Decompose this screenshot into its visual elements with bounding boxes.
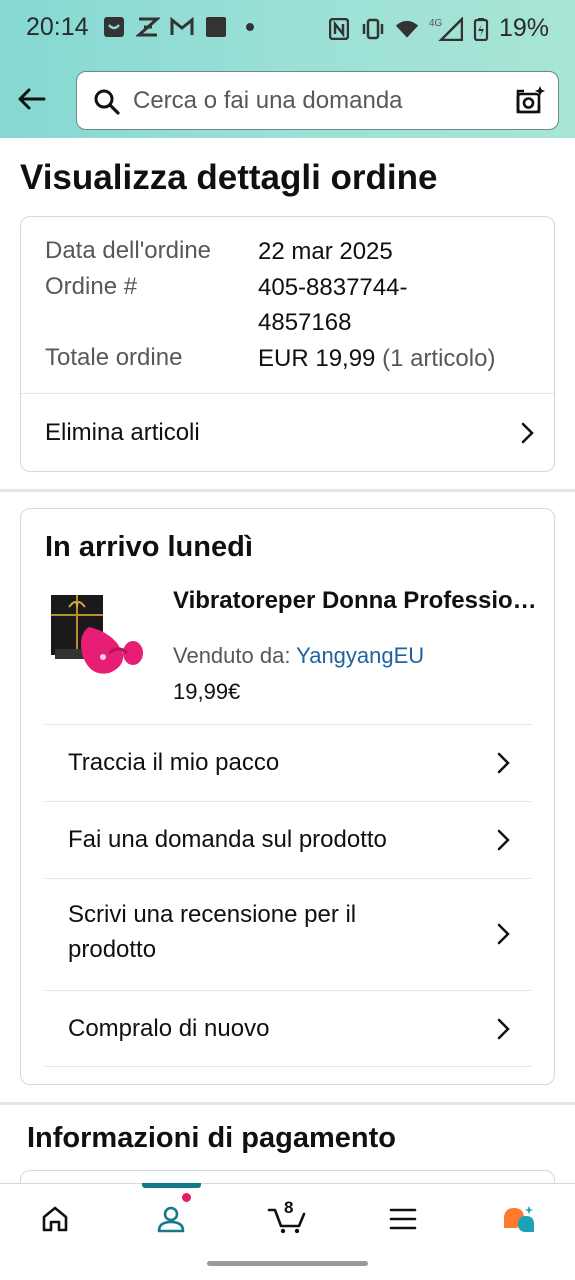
write-review-label-line1: Scrivi una recensione per il — [68, 901, 357, 928]
chevron-right-icon — [497, 923, 510, 945]
battery-percentage: 19% — [498, 14, 549, 42]
active-tab-indicator — [142, 1183, 201, 1188]
cart-count-badge: 8 — [284, 1198, 294, 1217]
signal-icon: 4G — [429, 16, 463, 41]
order-number-value-line2: 4857168 — [258, 309, 352, 336]
ask-question-row[interactable]: Fai una domanda sul prodotto — [45, 801, 532, 878]
chevron-right-icon — [497, 829, 510, 851]
chevron-right-icon — [497, 752, 510, 774]
write-review-label-line2: prodotto — [68, 936, 157, 963]
status-notification-icons — [102, 16, 262, 38]
battery-icon — [473, 17, 489, 41]
square-icon — [204, 16, 228, 38]
page-title: Visualizza dettagli ordine — [20, 158, 438, 197]
network-type-text: 4G — [429, 18, 443, 29]
seller-link[interactable]: YangyangEU — [296, 643, 424, 668]
ask-question-label: Fai una domanda sul prodotto — [68, 826, 387, 853]
order-summary-card: Data dell'ordine 22 mar 2025 Ordine # 40… — [20, 216, 555, 472]
rufus-assistant-icon — [504, 1206, 534, 1232]
order-number-value-line1: 405-8837744- — [258, 274, 408, 301]
product-price: 19,99€ — [173, 679, 241, 704]
chevron-right-icon — [521, 422, 534, 444]
delete-items-label: Elimina articoli — [45, 419, 200, 446]
seller-line: Venduto da: YangyangEU — [173, 643, 424, 669]
back-arrow-icon — [18, 88, 46, 110]
section-separator — [0, 1102, 575, 1105]
nfc-icon — [327, 17, 351, 40]
buy-again-label: Compralo di nuovo — [68, 1015, 270, 1042]
nav-account[interactable] — [141, 1194, 201, 1244]
search-icon — [94, 89, 120, 115]
nav-menu[interactable] — [373, 1194, 433, 1244]
arrival-title: In arrivo lunedì — [45, 531, 253, 563]
nav-home[interactable] — [25, 1194, 85, 1244]
back-button[interactable] — [12, 80, 50, 118]
product-name[interactable]: Vibratoreper Donna Professionale — [173, 587, 538, 615]
order-number-label: Ordine # — [45, 273, 138, 300]
track-package-label: Traccia il mio pacco — [68, 749, 280, 776]
vibrate-icon — [361, 18, 385, 40]
gmail-icon — [170, 16, 194, 38]
payment-section-title: Informazioni di pagamento — [27, 1122, 396, 1154]
write-review-row[interactable]: Scrivi una recensione per il prodotto — [45, 878, 532, 990]
menu-icon — [389, 1208, 417, 1230]
product-image[interactable] — [47, 587, 147, 687]
order-date-label: Data dell'ordine — [45, 237, 212, 264]
delete-items-row[interactable]: Elimina articoli — [21, 394, 554, 472]
search-input[interactable] — [133, 82, 503, 120]
wifi-icon — [395, 18, 419, 40]
order-total-value: EUR 19,99 (1 articolo) — [258, 341, 495, 376]
chevron-right-icon — [497, 1018, 510, 1040]
app-header: 20:14 4G 19% Cerca o fai una domanda — [0, 0, 575, 138]
home-icon — [42, 1206, 68, 1232]
notification-dot — [181, 1192, 192, 1203]
status-bar: 20:14 4G 19% — [0, 0, 575, 58]
account-icon — [157, 1206, 185, 1233]
order-total-amount: EUR 19,99 — [258, 345, 376, 372]
gesture-home-bar[interactable] — [207, 1261, 368, 1266]
search-bar[interactable] — [76, 71, 559, 130]
order-date-value: 22 mar 2025 — [258, 238, 393, 265]
x-app-icon — [136, 16, 160, 38]
seller-label: Venduto da: — [173, 643, 291, 668]
order-total-label: Totale ordine — [45, 344, 183, 371]
order-item-count: (1 articolo) — [382, 345, 496, 372]
buy-again-row[interactable]: Compralo di nuovo — [45, 990, 532, 1067]
shipment-card: In arrivo lunedì Vibratoreper Donna Prof… — [20, 508, 555, 1085]
section-separator — [0, 489, 575, 492]
status-system-icons: 4G 19% — [327, 14, 549, 43]
track-package-row[interactable]: Traccia il mio pacco — [45, 724, 532, 801]
status-time: 20:14 — [26, 13, 89, 41]
nav-rufus[interactable] — [489, 1194, 549, 1244]
dot-icon — [238, 16, 262, 38]
smile-box-icon — [102, 16, 126, 38]
camera-search-icon[interactable] — [514, 85, 546, 117]
